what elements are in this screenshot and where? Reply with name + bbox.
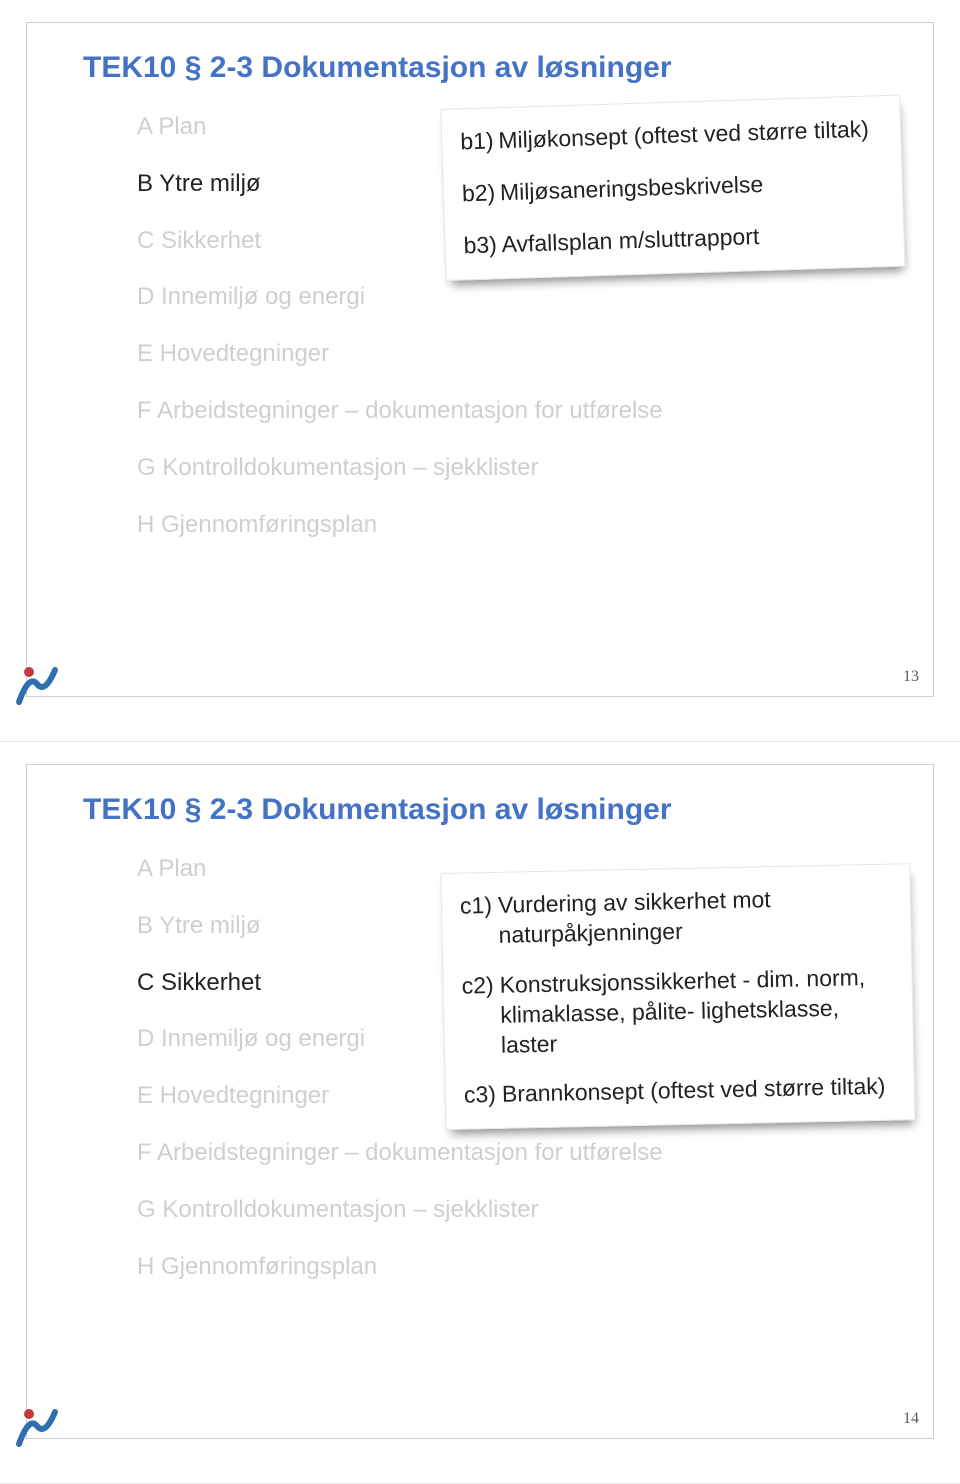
slide-title: TEK10 § 2-3 Dokumentasjon av løsninger bbox=[83, 51, 672, 85]
list-item-f: F Arbeidstegninger – dokumentasjon for u… bbox=[137, 1139, 917, 1168]
note-row-c2: c2) Konstruksjonssikkerhet - dim. norm, … bbox=[461, 962, 889, 1061]
note-tag: c1) bbox=[460, 891, 499, 952]
note-text: Vurdering av sikkerhet mot naturpåkjenni… bbox=[498, 883, 887, 951]
list-item-f: F Arbeidstegninger – dokumentasjon for u… bbox=[137, 397, 917, 426]
note-text: Avfallsplan m/sluttrapport bbox=[501, 218, 880, 260]
note-tag: c2) bbox=[461, 971, 501, 1061]
list-item-g: G Kontrolldokumentasjon – sjekklister bbox=[137, 1196, 917, 1225]
note-tag: c3) bbox=[464, 1080, 503, 1111]
company-logo-icon bbox=[11, 1402, 61, 1452]
list-item-d: D Innemiljø og energi bbox=[137, 283, 917, 312]
note-row-c3: c3) Brannkonsept (oftest ved større tilt… bbox=[464, 1072, 891, 1111]
list-item-h: H Gjennomføringsplan bbox=[137, 1253, 917, 1282]
slide-14: TEK10 § 2-3 Dokumentasjon av løsninger A… bbox=[0, 742, 960, 1484]
page-number: 13 bbox=[903, 668, 919, 686]
note-tag: b3) bbox=[463, 230, 502, 261]
note-tag: b1) bbox=[460, 126, 499, 157]
slide-frame: TEK10 § 2-3 Dokumentasjon av løsninger A… bbox=[26, 22, 934, 697]
note-text: Brannkonsept (oftest ved større tiltak) bbox=[502, 1072, 891, 1110]
list-item-e: E Hovedtegninger bbox=[137, 340, 917, 369]
slide-13: TEK10 § 2-3 Dokumentasjon av løsninger A… bbox=[0, 0, 960, 742]
callout-note-c: c1) Vurdering av sikkerhet mot naturpåkj… bbox=[440, 863, 915, 1130]
list-item-g: G Kontrolldokumentasjon – sjekklister bbox=[137, 454, 917, 483]
note-text: Konstruksjonssikkerhet - dim. norm, klim… bbox=[499, 962, 889, 1060]
note-row-c1: c1) Vurdering av sikkerhet mot naturpåkj… bbox=[460, 883, 887, 952]
slide-frame: TEK10 § 2-3 Dokumentasjon av løsninger A… bbox=[26, 764, 934, 1439]
note-text: Miljøkonsept (oftest ved større tiltak) bbox=[498, 114, 877, 156]
page-number: 14 bbox=[903, 1410, 919, 1428]
list-item-h: H Gjennomføringsplan bbox=[137, 511, 917, 540]
note-row-b2: b2) Miljøsaneringsbeskrivelse bbox=[462, 166, 879, 209]
note-tag: b2) bbox=[462, 178, 501, 209]
note-text: Miljøsaneringsbeskrivelse bbox=[500, 166, 879, 208]
slide-title: TEK10 § 2-3 Dokumentasjon av løsninger bbox=[83, 793, 672, 827]
note-row-b3: b3) Avfallsplan m/sluttrapport bbox=[463, 218, 880, 261]
company-logo-icon bbox=[11, 660, 61, 710]
callout-note-b: b1) Miljøkonsept (oftest ved større tilt… bbox=[440, 95, 905, 281]
note-row-b1: b1) Miljøkonsept (oftest ved større tilt… bbox=[460, 114, 877, 157]
